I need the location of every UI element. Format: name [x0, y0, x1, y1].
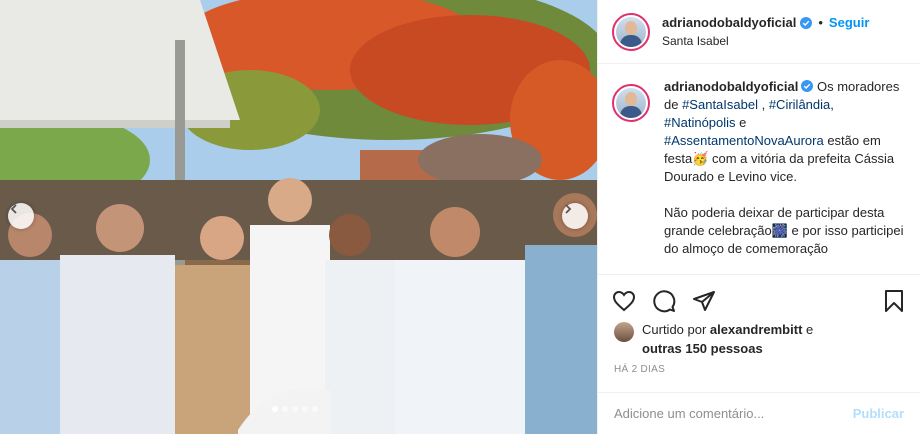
- post-photo[interactable]: [0, 0, 597, 434]
- share-icon[interactable]: [692, 289, 716, 313]
- liker-username[interactable]: alexandrembitt: [710, 322, 802, 337]
- heart-icon[interactable]: [612, 289, 636, 313]
- likes-summary: Curtido por alexandrembitt e outras 150 …: [614, 320, 813, 358]
- location-link[interactable]: Santa Isabel: [662, 34, 869, 48]
- avatar[interactable]: [614, 322, 634, 342]
- comment-icon[interactable]: [652, 289, 676, 313]
- next-photo-button[interactable]: [562, 203, 588, 229]
- caption-text: e: [735, 115, 747, 130]
- caption-username[interactable]: adrianodobaldyoficial: [664, 79, 798, 94]
- username-link[interactable]: adrianodobaldyoficial: [662, 15, 796, 30]
- follow-button[interactable]: Seguir: [829, 15, 869, 30]
- likes-prefix: Curtido por: [642, 322, 710, 337]
- separator: •: [818, 15, 823, 30]
- bookmark-icon[interactable]: [882, 289, 906, 313]
- caption-paragraph: Não poderia deixar de participar desta g…: [664, 205, 904, 256]
- post-header: adrianodobaldyoficial • Seguir Santa Isa…: [598, 0, 920, 64]
- post-actions: [598, 274, 920, 326]
- carousel-dots: [272, 406, 318, 412]
- carousel-dot: [292, 406, 298, 412]
- hashtag-link[interactable]: #AssentamentoNovaAurora: [664, 133, 824, 148]
- post-time[interactable]: HÁ 2 DIAS: [614, 364, 665, 375]
- likes-middle: e: [802, 322, 814, 337]
- comment-box: Publicar: [598, 392, 920, 434]
- carousel-dot: [282, 406, 288, 412]
- carousel-dot: [312, 406, 318, 412]
- carousel-dot: [302, 406, 308, 412]
- carousel-dot: [272, 406, 278, 412]
- chevron-left-icon: [10, 204, 17, 214]
- group-photo-illustration: [0, 0, 597, 434]
- avatar[interactable]: [612, 84, 650, 122]
- chevron-right-icon: [565, 204, 572, 214]
- verified-badge-icon: [801, 80, 814, 92]
- publish-button[interactable]: Publicar: [853, 406, 904, 421]
- caption-text: ,: [757, 97, 769, 112]
- hashtag-link[interactable]: #Cirilândia: [769, 97, 830, 112]
- caption-text: ,: [830, 97, 834, 112]
- others-likes-link[interactable]: outras 150 pessoas: [642, 341, 763, 356]
- post-side-panel: adrianodobaldyoficial • Seguir Santa Isa…: [597, 0, 920, 434]
- post-caption: adrianodobaldyoficial Os moradores de #S…: [612, 78, 912, 270]
- avatar[interactable]: [612, 12, 650, 51]
- previous-photo-button[interactable]: [8, 203, 34, 229]
- hashtag-link[interactable]: #SantaIsabel: [682, 97, 758, 112]
- hashtag-link[interactable]: #Natinópolis: [664, 115, 736, 130]
- comment-input[interactable]: [614, 406, 853, 421]
- verified-badge-icon: [800, 16, 813, 29]
